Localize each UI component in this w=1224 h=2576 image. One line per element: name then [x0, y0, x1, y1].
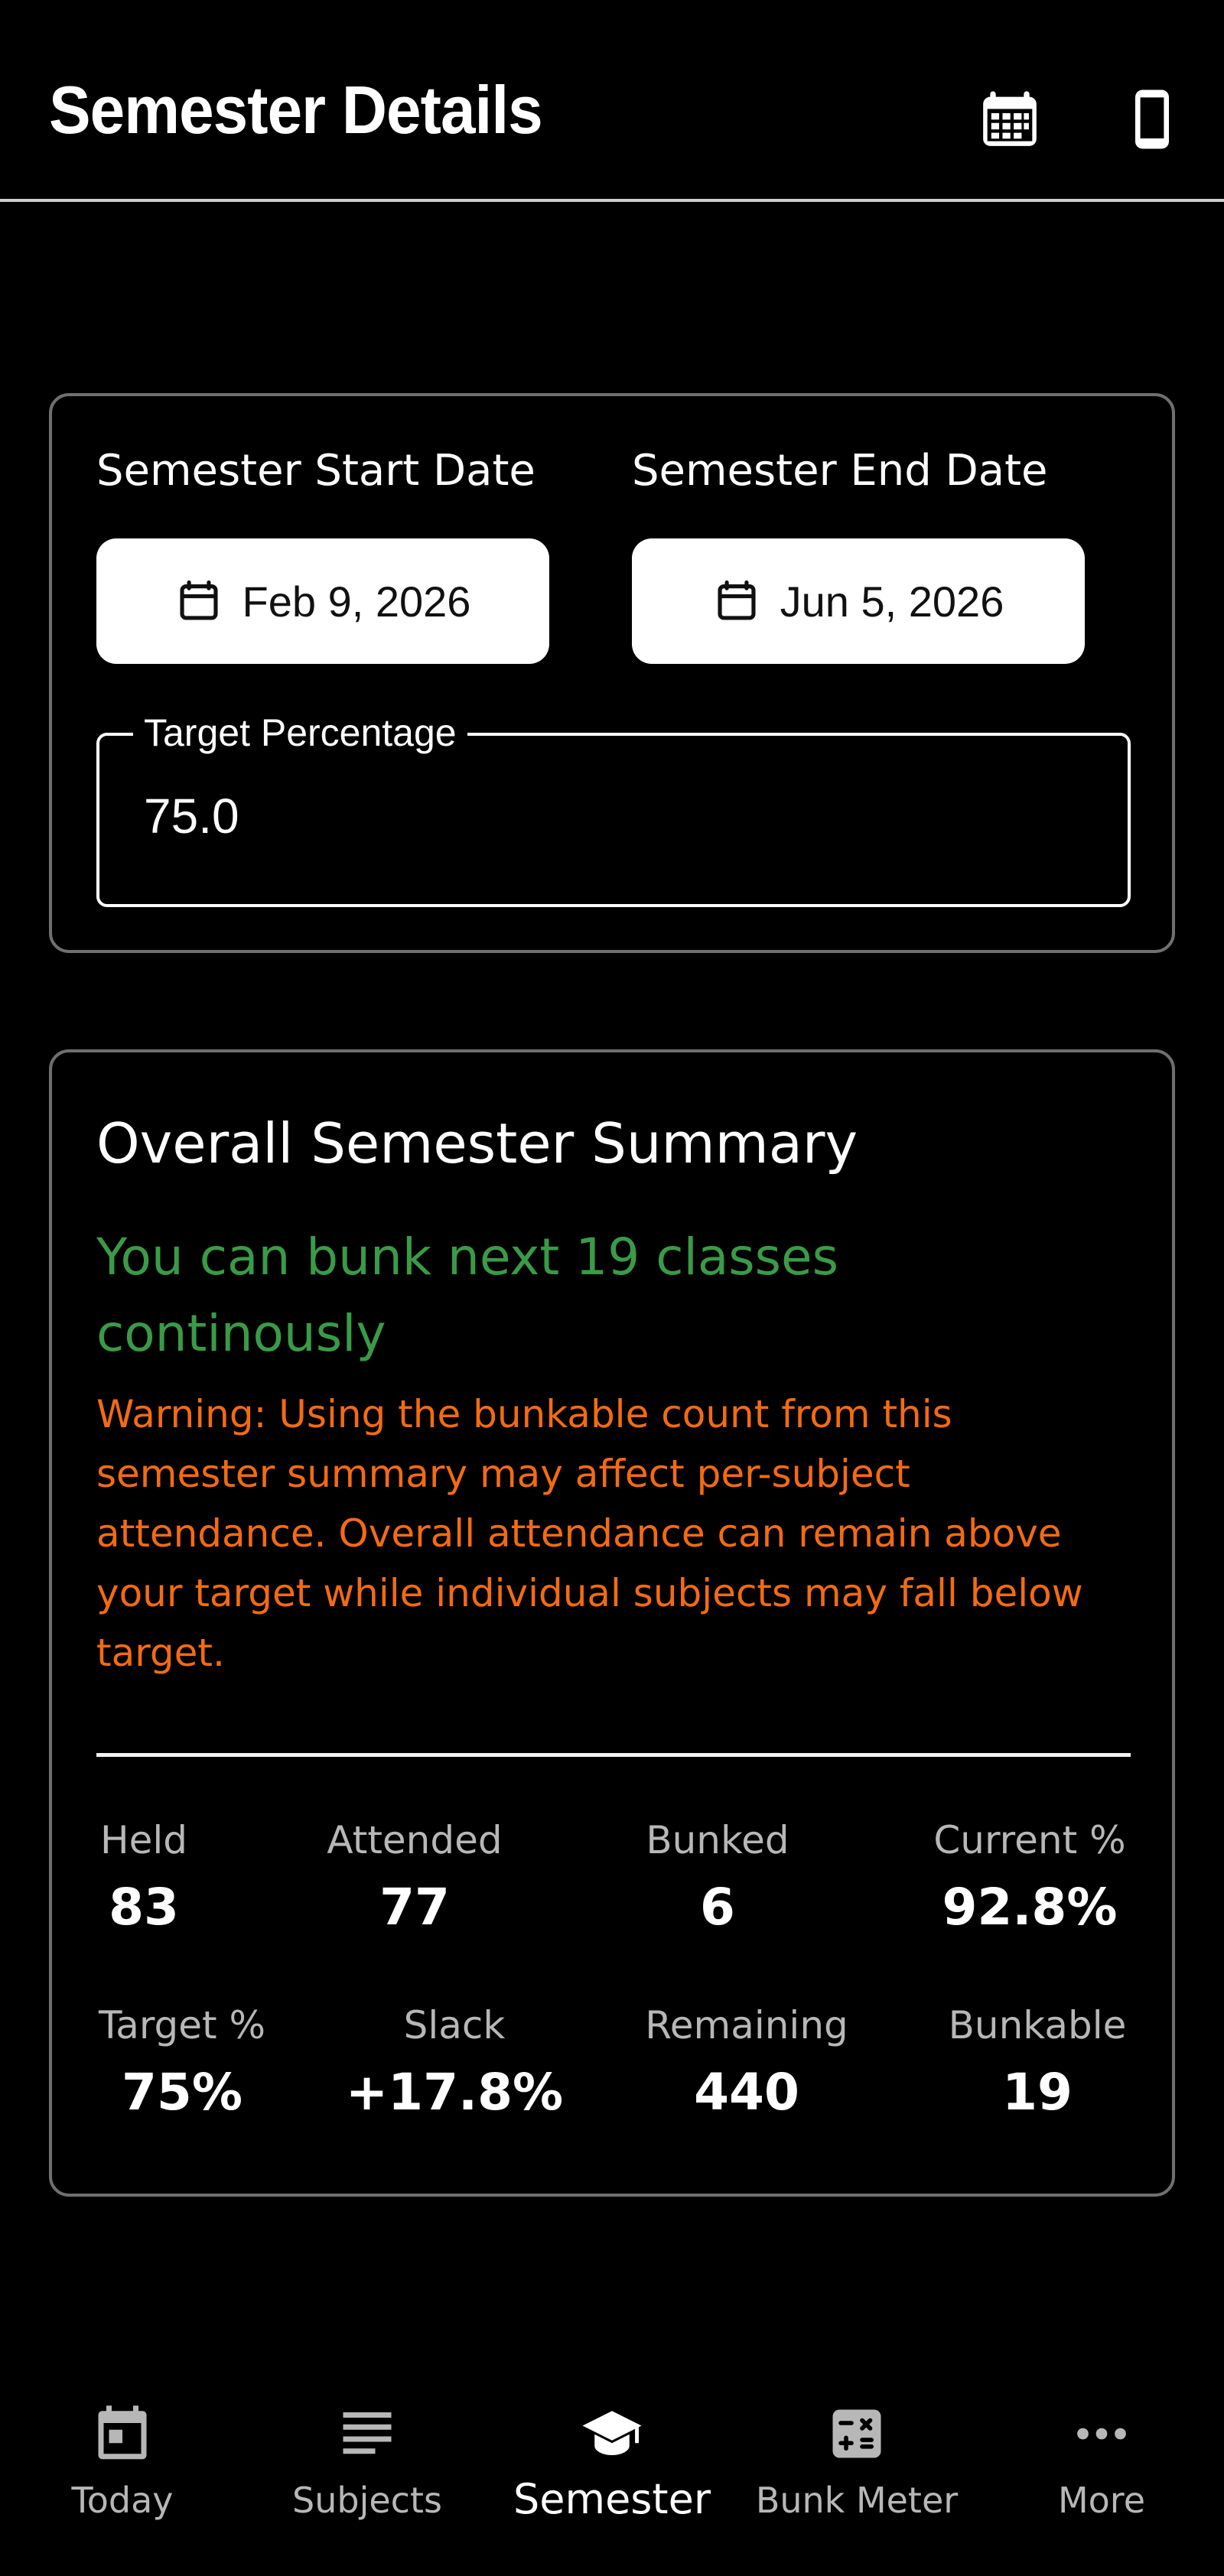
calendar-icon	[713, 577, 760, 625]
page-title: Semester Details	[49, 72, 543, 148]
stat-value: 77	[379, 1878, 450, 1937]
stat-value: 75%	[122, 2063, 243, 2122]
stat-value: 92.8%	[942, 1878, 1118, 1937]
summary-divider	[96, 1753, 1131, 1757]
stat-label: Held	[100, 1818, 187, 1862]
calculator-icon	[825, 2402, 889, 2466]
end-date-value: Jun 5, 2026	[780, 577, 1004, 626]
graduation-cap-icon	[580, 2402, 644, 2466]
smartphone-icon[interactable]	[1118, 86, 1186, 153]
stat-label: Current %	[933, 1818, 1126, 1862]
start-date-value: Feb 9, 2026	[242, 577, 471, 626]
list-lines-icon	[335, 2402, 399, 2466]
bunk-message: You can bunk next 19 classes continously	[96, 1228, 839, 1363]
nav-item-bunk-meter[interactable]: Bunk Meter	[734, 2402, 979, 2555]
semester-settings-card: Semester Start Date Semester End Date Fe…	[49, 393, 1175, 953]
app-header: Semester Details	[0, 0, 1224, 202]
target-percentage-input[interactable]: Target Percentage 75.0	[96, 708, 1131, 907]
nav-label-bunk-meter: Bunk Meter	[755, 2480, 959, 2521]
nav-item-semester[interactable]: Semester	[490, 2402, 734, 2555]
stat-slack: Slack +17.8%	[346, 2002, 563, 2121]
stat-current-percent: Current % 92.8%	[933, 1817, 1125, 1936]
stat-value: 19	[1002, 2063, 1073, 2122]
target-percentage-label: Target Percentage	[133, 708, 467, 758]
calendar-today-icon	[90, 2402, 155, 2466]
stat-label: Slack	[403, 2003, 506, 2047]
end-date-button[interactable]: Jun 5, 2026	[632, 538, 1085, 664]
stat-value: 440	[694, 2063, 799, 2122]
bottom-nav: Today Subjects Semester Bunk Meter More	[0, 2379, 1224, 2576]
stat-value: 83	[109, 1878, 179, 1937]
nav-label-today: Today	[71, 2480, 174, 2521]
stat-target-percent: Target % 75%	[99, 2002, 265, 2121]
stat-label: Bunked	[646, 1818, 789, 1862]
start-date-label: Semester Start Date	[96, 446, 536, 496]
calendar-icon	[175, 577, 223, 625]
stat-label: Target %	[98, 2003, 266, 2047]
calendar-grid-icon[interactable]	[976, 86, 1043, 153]
warning-text: Warning: Using the bunkable count from t…	[96, 1392, 1083, 1675]
stat-label: Attended	[327, 1818, 503, 1862]
nav-label-semester: Semester	[513, 2475, 711, 2523]
stat-label: Bunkable	[948, 2003, 1127, 2047]
start-date-button[interactable]: Feb 9, 2026	[96, 538, 549, 664]
nav-label-more: More	[1057, 2480, 1146, 2521]
end-date-label: Semester End Date	[632, 446, 1048, 496]
stat-label: Remaining	[645, 2003, 848, 2047]
stat-value: 6	[700, 1878, 735, 1937]
stat-value: +17.8%	[345, 2063, 564, 2122]
stat-bunkable: Bunkable 19	[949, 2002, 1127, 2121]
stat-bunked: Bunked 6	[646, 1817, 789, 1936]
stat-held: Held 83	[100, 1817, 187, 1936]
nav-item-more[interactable]: More	[979, 2402, 1224, 2555]
more-dots-icon	[1069, 2402, 1134, 2466]
stat-attended: Attended 77	[327, 1817, 502, 1936]
target-percentage-value: 75.0	[144, 789, 239, 844]
stat-remaining: Remaining 440	[645, 2002, 848, 2121]
nav-label-subjects: Subjects	[292, 2480, 442, 2521]
semester-summary-card: Overall Semester Summary You can bunk ne…	[49, 1049, 1175, 2197]
summary-title: Overall Semester Summary	[96, 1111, 858, 1176]
nav-item-today[interactable]: Today	[0, 2402, 245, 2555]
nav-item-subjects[interactable]: Subjects	[245, 2402, 490, 2555]
